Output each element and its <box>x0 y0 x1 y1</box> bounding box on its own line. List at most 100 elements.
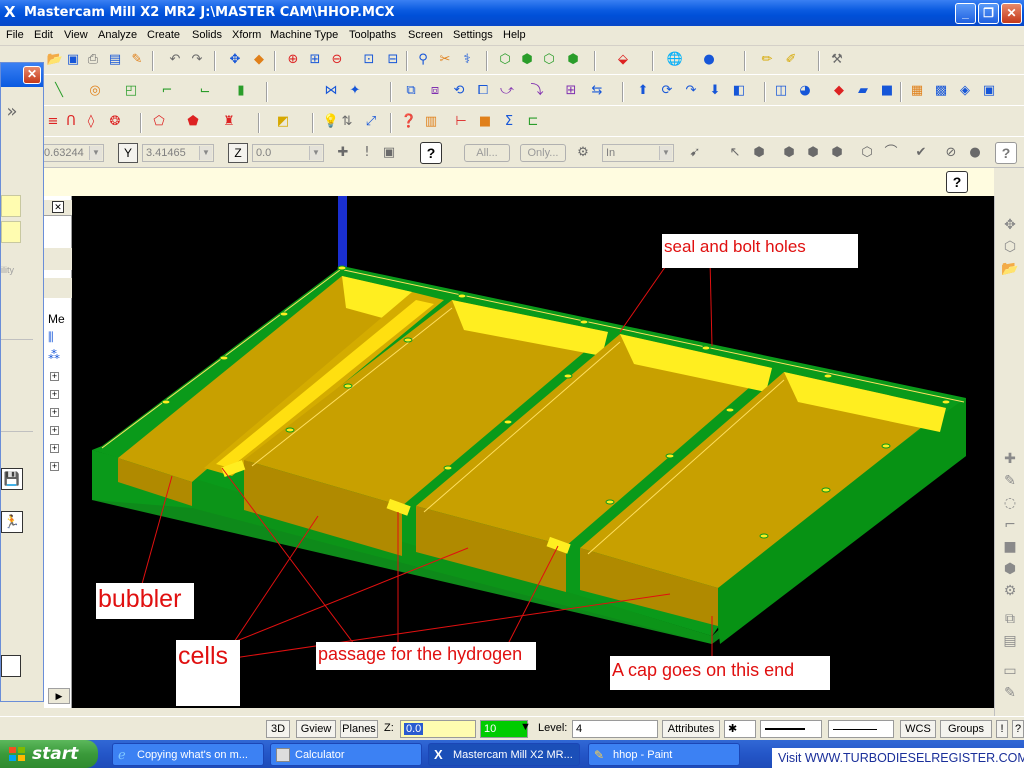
circle-icon[interactable]: ◎ <box>86 82 104 100</box>
tree-expand-icon[interactable]: + <box>50 390 59 399</box>
alert-icon[interactable]: ! <box>358 144 376 162</box>
edge-select-icon[interactable]: ⬢ <box>828 144 846 162</box>
help-icon[interactable]: ? <box>946 171 968 193</box>
stack-icon[interactable]: ▤ <box>1001 632 1019 650</box>
attributes-button[interactable]: Attributes <box>662 720 720 738</box>
no-entry-icon[interactable]: ⊘ <box>942 144 960 162</box>
layer-icon[interactable]: ▭ <box>1001 662 1019 680</box>
xform-array-icon[interactable]: ⊞ <box>562 82 580 100</box>
panel-button[interactable] <box>1 655 21 677</box>
pocket-icon[interactable]: ◊ <box>82 113 100 131</box>
undo-icon[interactable]: ↶ <box>166 51 184 69</box>
color-fill-icon[interactable]: ◩ <box>274 113 292 131</box>
boolean-icon[interactable]: ◕ <box>796 82 814 100</box>
graphics-viewport[interactable]: seal and bolt holes bubbler cells passag… <box>72 196 994 708</box>
scroll-right-icon[interactable]: ▶ <box>48 688 70 704</box>
selection-mode-select[interactable]: In ▼ <box>602 144 674 162</box>
menu-machine-type[interactable]: Machine Type <box>270 29 338 41</box>
gview-button[interactable]: Gview <box>296 720 336 738</box>
menu-solids[interactable]: Solids <box>192 29 222 41</box>
cube-select-icon[interactable]: ⬡ <box>858 144 876 162</box>
clear-colors-icon[interactable]: ⚲ <box>414 51 432 69</box>
panel-close-button[interactable]: ✕ <box>23 66 41 84</box>
fillet-icon[interactable]: ⌐ <box>158 82 176 100</box>
tree-expand-icon[interactable]: + <box>50 462 59 471</box>
tree-expand-icon[interactable]: + <box>50 444 59 453</box>
x-coordinate-field[interactable]: 0.63244 ▼ <box>40 144 104 162</box>
loft-icon[interactable]: ⬇ <box>706 82 724 100</box>
rectangle-icon[interactable]: ◰ <box>122 82 140 100</box>
groups-button[interactable]: Groups <box>940 720 992 738</box>
view-cube-icon[interactable]: ⬙ <box>614 51 632 69</box>
double-chevron-icon[interactable]: » <box>3 103 21 121</box>
menu-toolpaths[interactable]: Toolpaths <box>349 29 396 41</box>
trim-icon[interactable]: ⋈ <box>322 82 340 100</box>
highlighter-icon[interactable]: ✎ <box>128 51 146 69</box>
tree-expand-icon[interactable]: + <box>50 408 59 417</box>
machine-group-icon[interactable]: ⫼ <box>48 330 54 345</box>
arrow-select-icon[interactable]: ➹ <box>686 144 704 162</box>
select-only-button[interactable]: Only... <box>520 144 566 162</box>
cylinder-icon[interactable]: ▮ <box>232 82 250 100</box>
thicken-icon[interactable]: ◈ <box>956 82 974 100</box>
remove-faces-icon[interactable]: ▣ <box>980 82 998 100</box>
taskbar-item-ie[interactable]: ℯ Copying what's on m... <box>112 743 264 766</box>
panel-value-field[interactable] <box>1 195 21 217</box>
pointer-icon[interactable]: ↖ <box>726 144 744 162</box>
rotate-icon[interactable]: ◌ <box>1001 494 1019 512</box>
save-icon[interactable]: ▣ <box>64 51 82 69</box>
hidden-cube-icon[interactable]: ⬡ <box>540 51 558 69</box>
z-depth-field[interactable]: 0.0 <box>400 720 476 738</box>
menu-help[interactable]: Help <box>503 29 526 41</box>
fillet-icon[interactable]: ⌐ <box>1001 516 1019 534</box>
close-button[interactable]: ✕ <box>1001 3 1022 24</box>
zoom-window-icon[interactable]: ⊕ <box>284 51 302 69</box>
chevron-down-icon[interactable]: ▼ <box>520 721 531 733</box>
tree-expand-icon[interactable]: + <box>50 426 59 435</box>
layout-icon[interactable]: ▩ <box>932 82 950 100</box>
menu-screen[interactable]: Screen <box>408 29 443 41</box>
z-axis-button[interactable]: Z <box>228 143 248 163</box>
break-icon[interactable]: ✦ <box>346 82 364 100</box>
solid-fillet-icon[interactable]: ◆ <box>830 82 848 100</box>
stock-setup-icon[interactable]: ♜ <box>220 113 238 131</box>
chevron-down-icon[interactable]: ▼ <box>659 146 672 160</box>
folder-arrow-icon[interactable]: 📂 <box>1001 260 1019 278</box>
chain-icon[interactable]: ⌙ <box>196 82 214 100</box>
cube-icon[interactable]: ⬡ <box>1001 238 1019 256</box>
chamfer-icon[interactable]: ▰ <box>854 82 872 100</box>
sum-icon[interactable]: Σ <box>500 113 518 131</box>
plus-icon[interactable]: ✚ <box>1001 450 1019 468</box>
box-icon[interactable]: ■ <box>1001 538 1019 556</box>
properties-icon[interactable]: ⁂ <box>48 348 60 362</box>
panel-value-field[interactable] <box>1 221 21 243</box>
sweep-icon[interactable]: ↷ <box>682 82 700 100</box>
level-field[interactable]: 4 <box>572 720 658 738</box>
line-style-field[interactable] <box>760 720 822 738</box>
surface-rough-icon[interactable]: ⬠ <box>150 113 168 131</box>
wcs-button[interactable]: WCS <box>900 720 936 738</box>
save-disk-icon[interactable]: 💾 <box>1 468 23 490</box>
chevron-down-icon[interactable]: ▼ <box>309 146 322 160</box>
help-icon[interactable]: ? <box>995 142 1017 164</box>
gear-icon[interactable]: ⚙ <box>574 144 592 162</box>
restore-button[interactable]: ❐ <box>978 3 999 24</box>
drafting-icon[interactable]: ✐ <box>782 51 800 69</box>
edit-icon[interactable]: ✎ <box>1001 472 1019 490</box>
pencil-icon[interactable]: ✏ <box>758 51 776 69</box>
menu-create[interactable]: Create <box>147 29 180 41</box>
taskbar-item-calculator[interactable]: Calculator <box>270 743 422 766</box>
surface-select-icon[interactable]: ⌒ <box>882 144 900 162</box>
redo-icon[interactable]: ↷ <box>188 51 206 69</box>
verify-select-icon[interactable]: ✔ <box>912 144 930 162</box>
start-button[interactable]: start <box>0 740 98 768</box>
help-button[interactable]: ? <box>1012 720 1024 738</box>
puzzle-icon[interactable]: ⧉ <box>1001 610 1019 628</box>
chevron-down-icon[interactable]: ▼ <box>89 146 102 160</box>
xform-scale-icon[interactable]: ⧠ <box>474 82 492 100</box>
zoom-out-icon[interactable]: ⊖ <box>328 51 346 69</box>
y-coordinate-field[interactable]: 3.41465 ▼ <box>142 144 214 162</box>
menu-file[interactable]: File <box>6 29 24 41</box>
surface-finish-icon[interactable]: ⬟ <box>184 113 202 131</box>
menu-xform[interactable]: Xform <box>232 29 261 41</box>
